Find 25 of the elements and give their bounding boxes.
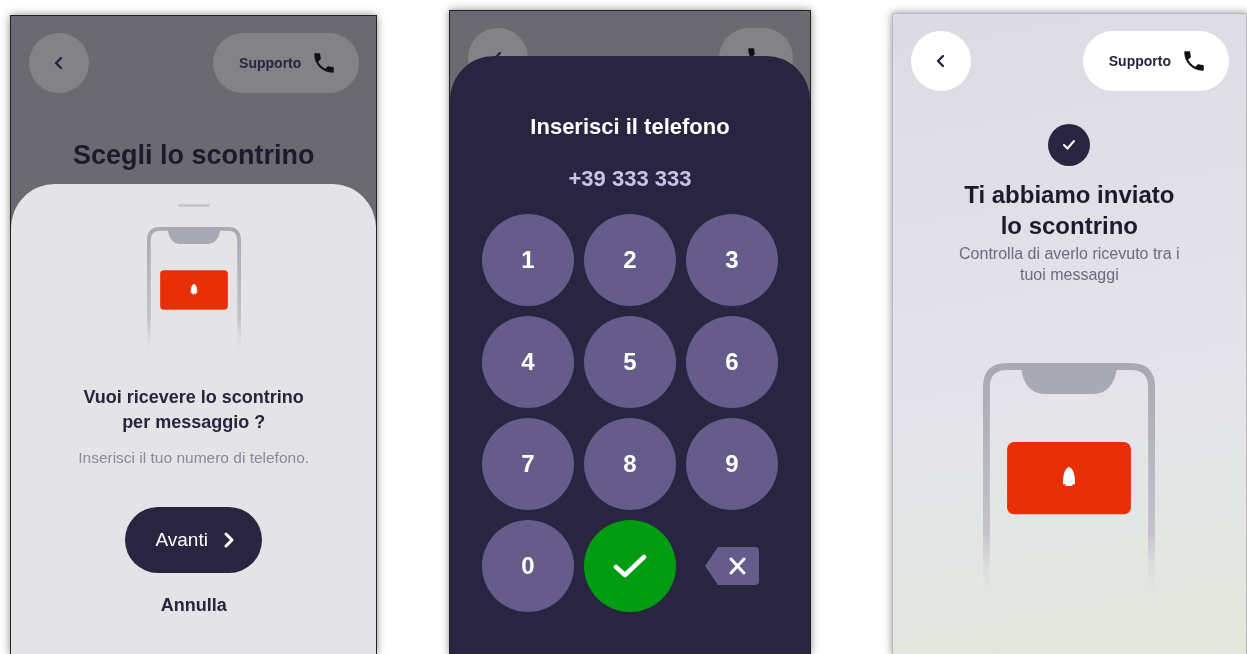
success-check-icon: [1048, 124, 1091, 166]
keypad-key[interactable]: 5: [584, 316, 676, 408]
support-button[interactable]: Supporto: [1082, 31, 1229, 91]
keypad-key[interactable]: 7: [482, 418, 574, 510]
keypad-key[interactable]: 6: [686, 316, 778, 408]
support-button[interactable]: Supporto: [213, 33, 360, 93]
keypad-key[interactable]: 3: [686, 214, 778, 306]
keypad-key[interactable]: 8: [584, 418, 676, 510]
sheet-hint: Inserisci il tuo numero di telefono.: [78, 448, 310, 467]
screen-title: Scegli lo scontrino: [71, 140, 316, 171]
keypad-key[interactable]: 0: [482, 520, 574, 612]
keypad-key[interactable]: 4: [482, 316, 574, 408]
backspace-button[interactable]: [704, 546, 760, 586]
keypad-key[interactable]: 2: [584, 214, 676, 306]
keypad-key[interactable]: 9: [686, 418, 778, 510]
phone-number: +39 333 333: [568, 166, 692, 192]
screen-subtitle: Controlla di averlo ricevuto tra i tuoi messaggi: [958, 244, 1181, 285]
screen-title: Ti abbiamo inviato lo scontrino: [963, 180, 1176, 241]
next-button[interactable]: Avanti: [125, 506, 262, 573]
sheet-question: Vuoi ricevere lo scontrino per messaggio ?: [82, 385, 305, 434]
checkmark-icon: [613, 553, 647, 579]
cancel-link[interactable]: Annulla: [160, 594, 227, 616]
sheet-title: Inserisci il telefono: [530, 114, 730, 140]
phone-icon: [1181, 48, 1207, 74]
keypad-key[interactable]: 1: [482, 214, 574, 306]
